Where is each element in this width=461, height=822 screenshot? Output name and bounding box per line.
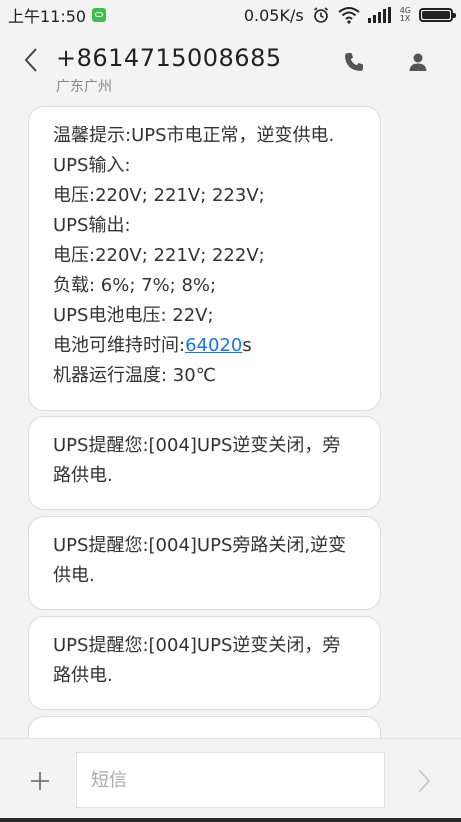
message-line: 电压:220V; 221V; 223V; [53, 185, 265, 206]
bottom-edge [0, 818, 461, 822]
send-button[interactable] [408, 763, 440, 799]
plus-icon [31, 772, 49, 790]
message-line: 温馨提示:UPS市电正常，逆变供电. [53, 125, 335, 146]
net-speed: 0.05K/s [243, 5, 304, 25]
back-button[interactable] [14, 40, 48, 80]
conversation-header: +8614715008685 广东广州 [0, 30, 461, 102]
phone-icon [345, 53, 363, 71]
contact-phone-number: +8614715008685 [56, 44, 282, 72]
status-bar: 上午11:50 0.05K/s 4G 1X [0, 0, 461, 30]
signal-strength-icon [367, 7, 391, 23]
compose-bar [0, 738, 461, 822]
message-text: UPS提醒您:[004]UPS旁路关闭,逆变供电. [53, 535, 347, 586]
battery-icon [419, 8, 456, 22]
person-icon [409, 53, 427, 71]
battery-time-link[interactable]: 64020 [185, 335, 242, 356]
battery-time-unit: s [242, 335, 252, 356]
message-line: UPS电池电压: 22V; [53, 305, 214, 326]
message-bubble-partial[interactable] [28, 716, 381, 738]
battery-time-line: 电池可维持时间:64020s [53, 331, 356, 361]
message-list[interactable]: 温馨提示:UPS市电正常，逆变供电. UPS输入: 电压:220V; 221V;… [0, 102, 461, 738]
wifi-icon [338, 7, 360, 24]
message-line: 电压:220V; 221V; 222V; [53, 245, 265, 266]
call-button[interactable] [338, 46, 370, 78]
message-line: UPS输出: [53, 215, 131, 236]
network-type-bottom: 1X [399, 14, 411, 23]
wechat-notification-icon [92, 8, 107, 22]
message-line: 机器运行温度: 30℃ [53, 365, 216, 386]
battery-time-label: 电池可维持时间: [53, 335, 186, 356]
message-line: 负载: 6%; 7%; 8%; [53, 275, 217, 296]
status-right: 0.05K/s 4G 1X [243, 5, 456, 25]
message-text: UPS提醒您:[004]UPS逆变关闭，旁路供电. [53, 435, 341, 486]
contact-location: 广东广州 [56, 79, 112, 95]
message-bubble[interactable]: 温馨提示:UPS市电正常，逆变供电. UPS输入: 电压:220V; 221V;… [28, 106, 381, 411]
add-attachment-button[interactable] [22, 763, 58, 799]
message-line: UPS输入: [53, 155, 131, 176]
chevron-right-icon [418, 769, 431, 793]
network-type-label: 4G 1X [400, 7, 411, 23]
sms-conversation-screen: 上午11:50 0.05K/s 4G 1X +8614715008685 广东广… [0, 0, 461, 822]
message-bubble[interactable]: UPS提醒您:[004]UPS旁路关闭,逆变供电. [28, 516, 381, 610]
sms-input[interactable] [76, 752, 385, 808]
status-time: 上午11:50 [8, 7, 87, 26]
alarm-clock-icon [313, 7, 328, 23]
message-text: UPS提醒您:[004]UPS逆变关闭，旁路供电. [53, 635, 341, 686]
status-left: 上午11:50 [8, 3, 107, 27]
chevron-left-icon [24, 48, 37, 72]
message-bubble[interactable]: UPS提醒您:[004]UPS逆变关闭，旁路供电. [28, 416, 381, 510]
message-bubble[interactable]: UPS提醒您:[004]UPS逆变关闭，旁路供电. [28, 616, 381, 710]
contact-info-button[interactable] [402, 46, 434, 78]
